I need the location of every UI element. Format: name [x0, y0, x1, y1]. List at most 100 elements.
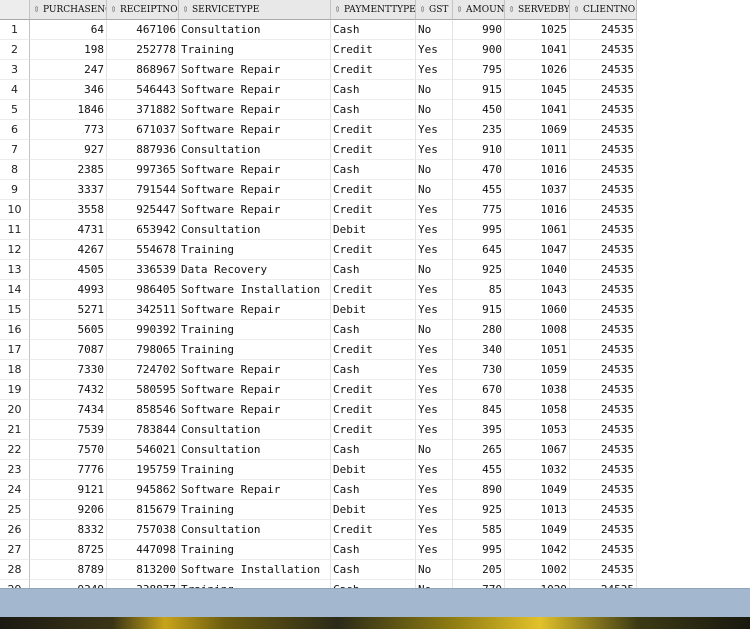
cell-servicetype[interactable]: Consultation	[179, 440, 331, 460]
cell-gst[interactable]: Yes	[416, 60, 453, 80]
cell-servicetype[interactable]: Software Repair	[179, 180, 331, 200]
cell-clientno[interactable]: 24535	[570, 500, 637, 520]
cell-amount[interactable]: 670	[453, 380, 505, 400]
cell-servicetype[interactable]: Training	[179, 340, 331, 360]
table-row[interactable]: 15 5271 342511 Software Repair Debit Yes 915 10…	[0, 300, 643, 320]
cell-paymenttype[interactable]: Debit	[331, 460, 416, 480]
cell-amount[interactable]: 205	[453, 560, 505, 580]
cell-servedby[interactable]: 1061	[505, 220, 570, 240]
cell-clientno[interactable]: 24535	[570, 340, 637, 360]
cell-servedby[interactable]: 1025	[505, 20, 570, 40]
cell-amount[interactable]: 925	[453, 260, 505, 280]
cell-servedby[interactable]: 1037	[505, 180, 570, 200]
cell-paymenttype[interactable]: Cash	[331, 580, 416, 588]
cell-paymenttype[interactable]: Credit	[331, 40, 416, 60]
cell-amount[interactable]: 995	[453, 220, 505, 240]
cell-servicetype[interactable]: Training	[179, 240, 331, 260]
cell-purchaseno[interactable]: 927	[30, 140, 107, 160]
cell-paymenttype[interactable]: Debit	[331, 220, 416, 240]
cell-purchaseno[interactable]: 64	[30, 20, 107, 40]
cell-paymenttype[interactable]: Credit	[331, 380, 416, 400]
cell-receiptno[interactable]: 336539	[107, 260, 179, 280]
cell-paymenttype[interactable]: Cash	[331, 100, 416, 120]
cell-servedby[interactable]: 1016	[505, 160, 570, 180]
sort-arrows-icon[interactable]: ⇕	[418, 0, 427, 19]
table-row[interactable]: 11 4731 653942 Consultation Debit Yes 995 1061 2…	[0, 220, 643, 240]
sort-arrows-icon[interactable]: ⇕	[455, 0, 464, 19]
sort-arrows-icon[interactable]: ⇕	[32, 0, 41, 19]
table-row[interactable]: 14 4993 986405 Software Installation Credit Y…	[0, 280, 643, 300]
cell-clientno[interactable]: 24535	[570, 560, 637, 580]
cell-gst[interactable]: No	[416, 100, 453, 120]
cell-servedby[interactable]: 1060	[505, 300, 570, 320]
cell-purchaseno[interactable]: 8789	[30, 560, 107, 580]
cell-clientno[interactable]: 24535	[570, 80, 637, 100]
table-row[interactable]: 6 773 671037 Software Repair Credit Yes 235 106…	[0, 120, 643, 140]
cell-gst[interactable]: No	[416, 440, 453, 460]
cell-paymenttype[interactable]: Credit	[331, 400, 416, 420]
cell-gst[interactable]: No	[416, 560, 453, 580]
cell-paymenttype[interactable]: Credit	[331, 280, 416, 300]
cell-amount[interactable]: 470	[453, 160, 505, 180]
cell-clientno[interactable]: 24535	[570, 380, 637, 400]
cell-amount[interactable]: 770	[453, 580, 505, 588]
cell-amount[interactable]: 925	[453, 500, 505, 520]
cell-amount[interactable]: 775	[453, 200, 505, 220]
cell-receiptno[interactable]: 868967	[107, 60, 179, 80]
table-row[interactable]: 24 9121 945862 Software Repair Cash Yes 890 104…	[0, 480, 643, 500]
cell-servicetype[interactable]: Software Repair	[179, 380, 331, 400]
cell-servedby[interactable]: 1041	[505, 40, 570, 60]
cell-amount[interactable]: 455	[453, 460, 505, 480]
cell-amount[interactable]: 645	[453, 240, 505, 260]
cell-purchaseno[interactable]: 773	[30, 120, 107, 140]
cell-purchaseno[interactable]: 7539	[30, 420, 107, 440]
table-row[interactable]: 21 7539 783844 Consultation Credit Yes 395 1053…	[0, 420, 643, 440]
cell-gst[interactable]: Yes	[416, 280, 453, 300]
cell-gst[interactable]: No	[416, 20, 453, 40]
cell-servicetype[interactable]: Training	[179, 500, 331, 520]
cell-paymenttype[interactable]: Cash	[331, 20, 416, 40]
cell-gst[interactable]: No	[416, 320, 453, 340]
cell-gst[interactable]: No	[416, 180, 453, 200]
cell-clientno[interactable]: 24535	[570, 100, 637, 120]
cell-amount[interactable]: 265	[453, 440, 505, 460]
cell-gst[interactable]: Yes	[416, 460, 453, 480]
cell-amount[interactable]: 730	[453, 360, 505, 380]
cell-purchaseno[interactable]: 9121	[30, 480, 107, 500]
cell-paymenttype[interactable]: Credit	[331, 240, 416, 260]
cell-clientno[interactable]: 24535	[570, 60, 637, 80]
cell-servedby[interactable]: 1047	[505, 240, 570, 260]
cell-clientno[interactable]: 24535	[570, 40, 637, 60]
cell-receiptno[interactable]: 467106	[107, 20, 179, 40]
cell-gst[interactable]: Yes	[416, 120, 453, 140]
cell-receiptno[interactable]: 546443	[107, 80, 179, 100]
table-row[interactable]: 18 7330 724702 Software Repair Cash Yes 730 105…	[0, 360, 643, 380]
cell-servedby[interactable]: 1043	[505, 280, 570, 300]
cell-receiptno[interactable]: 724702	[107, 360, 179, 380]
cell-servedby[interactable]: 1032	[505, 460, 570, 480]
cell-gst[interactable]: Yes	[416, 200, 453, 220]
column-header-clientno[interactable]: ⇕ CLIENTNO	[570, 0, 637, 20]
cell-clientno[interactable]: 24535	[570, 580, 637, 588]
cell-purchaseno[interactable]: 9349	[30, 580, 107, 588]
cell-purchaseno[interactable]: 4993	[30, 280, 107, 300]
cell-servicetype[interactable]: Consultation	[179, 220, 331, 240]
cell-paymenttype[interactable]: Cash	[331, 80, 416, 100]
cell-paymenttype[interactable]: Debit	[331, 500, 416, 520]
cell-receiptno[interactable]: 447098	[107, 540, 179, 560]
cell-gst[interactable]: Yes	[416, 380, 453, 400]
cell-servicetype[interactable]: Software Repair	[179, 120, 331, 140]
cell-gst[interactable]: Yes	[416, 400, 453, 420]
table-row[interactable]: 27 8725 447098 Training Cash Yes 995 1042 24535	[0, 540, 643, 560]
cell-servedby[interactable]: 1026	[505, 60, 570, 80]
cell-amount[interactable]: 340	[453, 340, 505, 360]
cell-servicetype[interactable]: Consultation	[179, 520, 331, 540]
cell-gst[interactable]: Yes	[416, 520, 453, 540]
cell-receiptno[interactable]: 791544	[107, 180, 179, 200]
cell-amount[interactable]: 280	[453, 320, 505, 340]
cell-paymenttype[interactable]: Credit	[331, 180, 416, 200]
cell-clientno[interactable]: 24535	[570, 280, 637, 300]
column-header-gst[interactable]: ⇕ GST	[416, 0, 453, 20]
cell-paymenttype[interactable]: Cash	[331, 320, 416, 340]
cell-gst[interactable]: Yes	[416, 240, 453, 260]
